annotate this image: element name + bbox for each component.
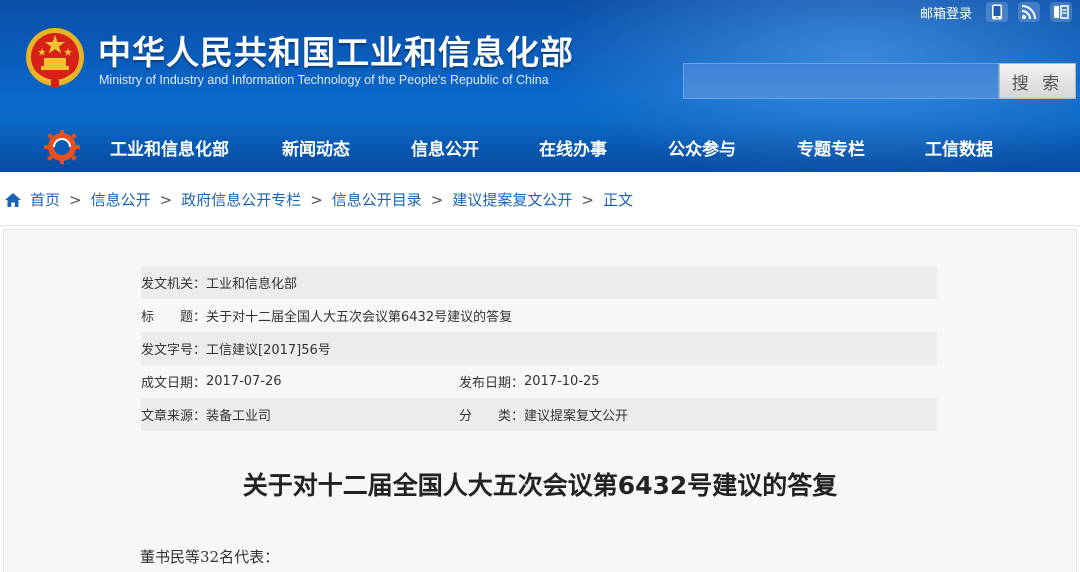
weibo-icon[interactable] [1050, 2, 1072, 22]
breadcrumb-gov-info-column[interactable]: 政府信息公开专栏 [181, 189, 301, 210]
breadcrumb-separator: > [430, 190, 444, 209]
nav-item-special-topics[interactable]: 专题专栏 [760, 130, 889, 170]
breadcrumb: 首页 > 信息公开 > 政府信息公开专栏 > 信息公开目录 > 建议提案复文公开… [4, 189, 633, 210]
breadcrumb-separator: > [159, 190, 173, 209]
miit-logo-icon[interactable] [44, 130, 80, 164]
home-icon[interactable] [4, 192, 22, 208]
publish-date-value: 2017-10-25 [524, 374, 600, 389]
breadcrumb-separator: > [581, 190, 594, 209]
article-greeting: 董书民等32名代表： [140, 548, 280, 566]
site-title[interactable]: 中华人民共和国工业和信息化部 [98, 26, 574, 74]
mail-login-link[interactable]: 邮箱登录 [920, 3, 972, 22]
main-nav: 工业和信息化部 新闻动态 信息公开 在线办事 公众参与 专题专栏 工信数据 [100, 130, 1009, 170]
publish-date-label: 发布日期： [459, 376, 525, 391]
breadcrumb-home[interactable]: 首页 [30, 189, 60, 210]
breadcrumb-separator: > [69, 190, 82, 209]
national-emblem-icon[interactable] [24, 26, 86, 90]
top-links: 邮箱登录 [920, 2, 1072, 22]
search-button[interactable]: 搜 索 [999, 63, 1076, 99]
breadcrumb-separator: > [310, 190, 323, 209]
written-date-label: 成文日期： [141, 376, 207, 391]
issuer-label: 发文机关： [141, 277, 207, 292]
rss-icon[interactable] [1018, 2, 1040, 22]
mobile-icon[interactable] [986, 2, 1008, 22]
category-value: 建议提案复文公开 [524, 409, 629, 424]
meta-row-title: 标 题： 关于对十二届全国人大五次会议第6432号建议的答复 [141, 299, 937, 332]
doc-number-label: 发文字号： [141, 343, 207, 358]
nav-item-info-disclosure[interactable]: 信息公开 [373, 130, 502, 170]
article-title: 关于对十二届全国人大五次会议第6432号建议的答复 [242, 471, 838, 500]
meta-row-dates: 成文日期： 2017-07-26 发布日期： 2017-10-25 [141, 365, 937, 398]
breadcrumb-info-catalog[interactable]: 信息公开目录 [332, 189, 422, 210]
category-label: 分 类： [459, 409, 525, 424]
written-date-value: 2017-07-26 [206, 374, 282, 389]
document-meta-table: 发文机关： 工业和信息化部 标 题： 关于对十二届全国人大五次会议第6432号建… [141, 266, 937, 431]
nav-item-data[interactable]: 工信数据 [889, 130, 1009, 170]
source-label: 文章来源： [141, 409, 207, 424]
breadcrumb-current: 正文 [602, 191, 633, 209]
meta-row-doc-number: 发文字号： 工信建议[2017]56号 [141, 332, 937, 365]
nav-item-online-services[interactable]: 在线办事 [502, 130, 631, 170]
nav-item-news[interactable]: 新闻动态 [245, 130, 373, 170]
issuer-value: 工业和信息化部 [206, 277, 298, 292]
search-input[interactable] [683, 63, 999, 99]
breadcrumb-proposal-replies[interactable]: 建议提案复文公开 [452, 189, 572, 210]
source-value: 装备工业司 [206, 409, 272, 424]
title-value: 关于对十二届全国人大五次会议第6432号建议的答复 [206, 310, 513, 325]
title-label: 标 题： [141, 310, 207, 325]
doc-number-value: 工信建议[2017]56号 [206, 343, 331, 358]
nav-item-public-participation[interactable]: 公众参与 [631, 130, 760, 170]
meta-row-issuer: 发文机关： 工业和信息化部 [141, 266, 937, 299]
breadcrumb-info-disclosure[interactable]: 信息公开 [91, 189, 151, 210]
nav-item-ministry[interactable]: 工业和信息化部 [100, 130, 245, 170]
meta-row-source: 文章来源： 装备工业司 分 类： 建议提案复文公开 [141, 398, 937, 431]
site-subtitle: Ministry of Industry and Information Tec… [99, 73, 549, 87]
